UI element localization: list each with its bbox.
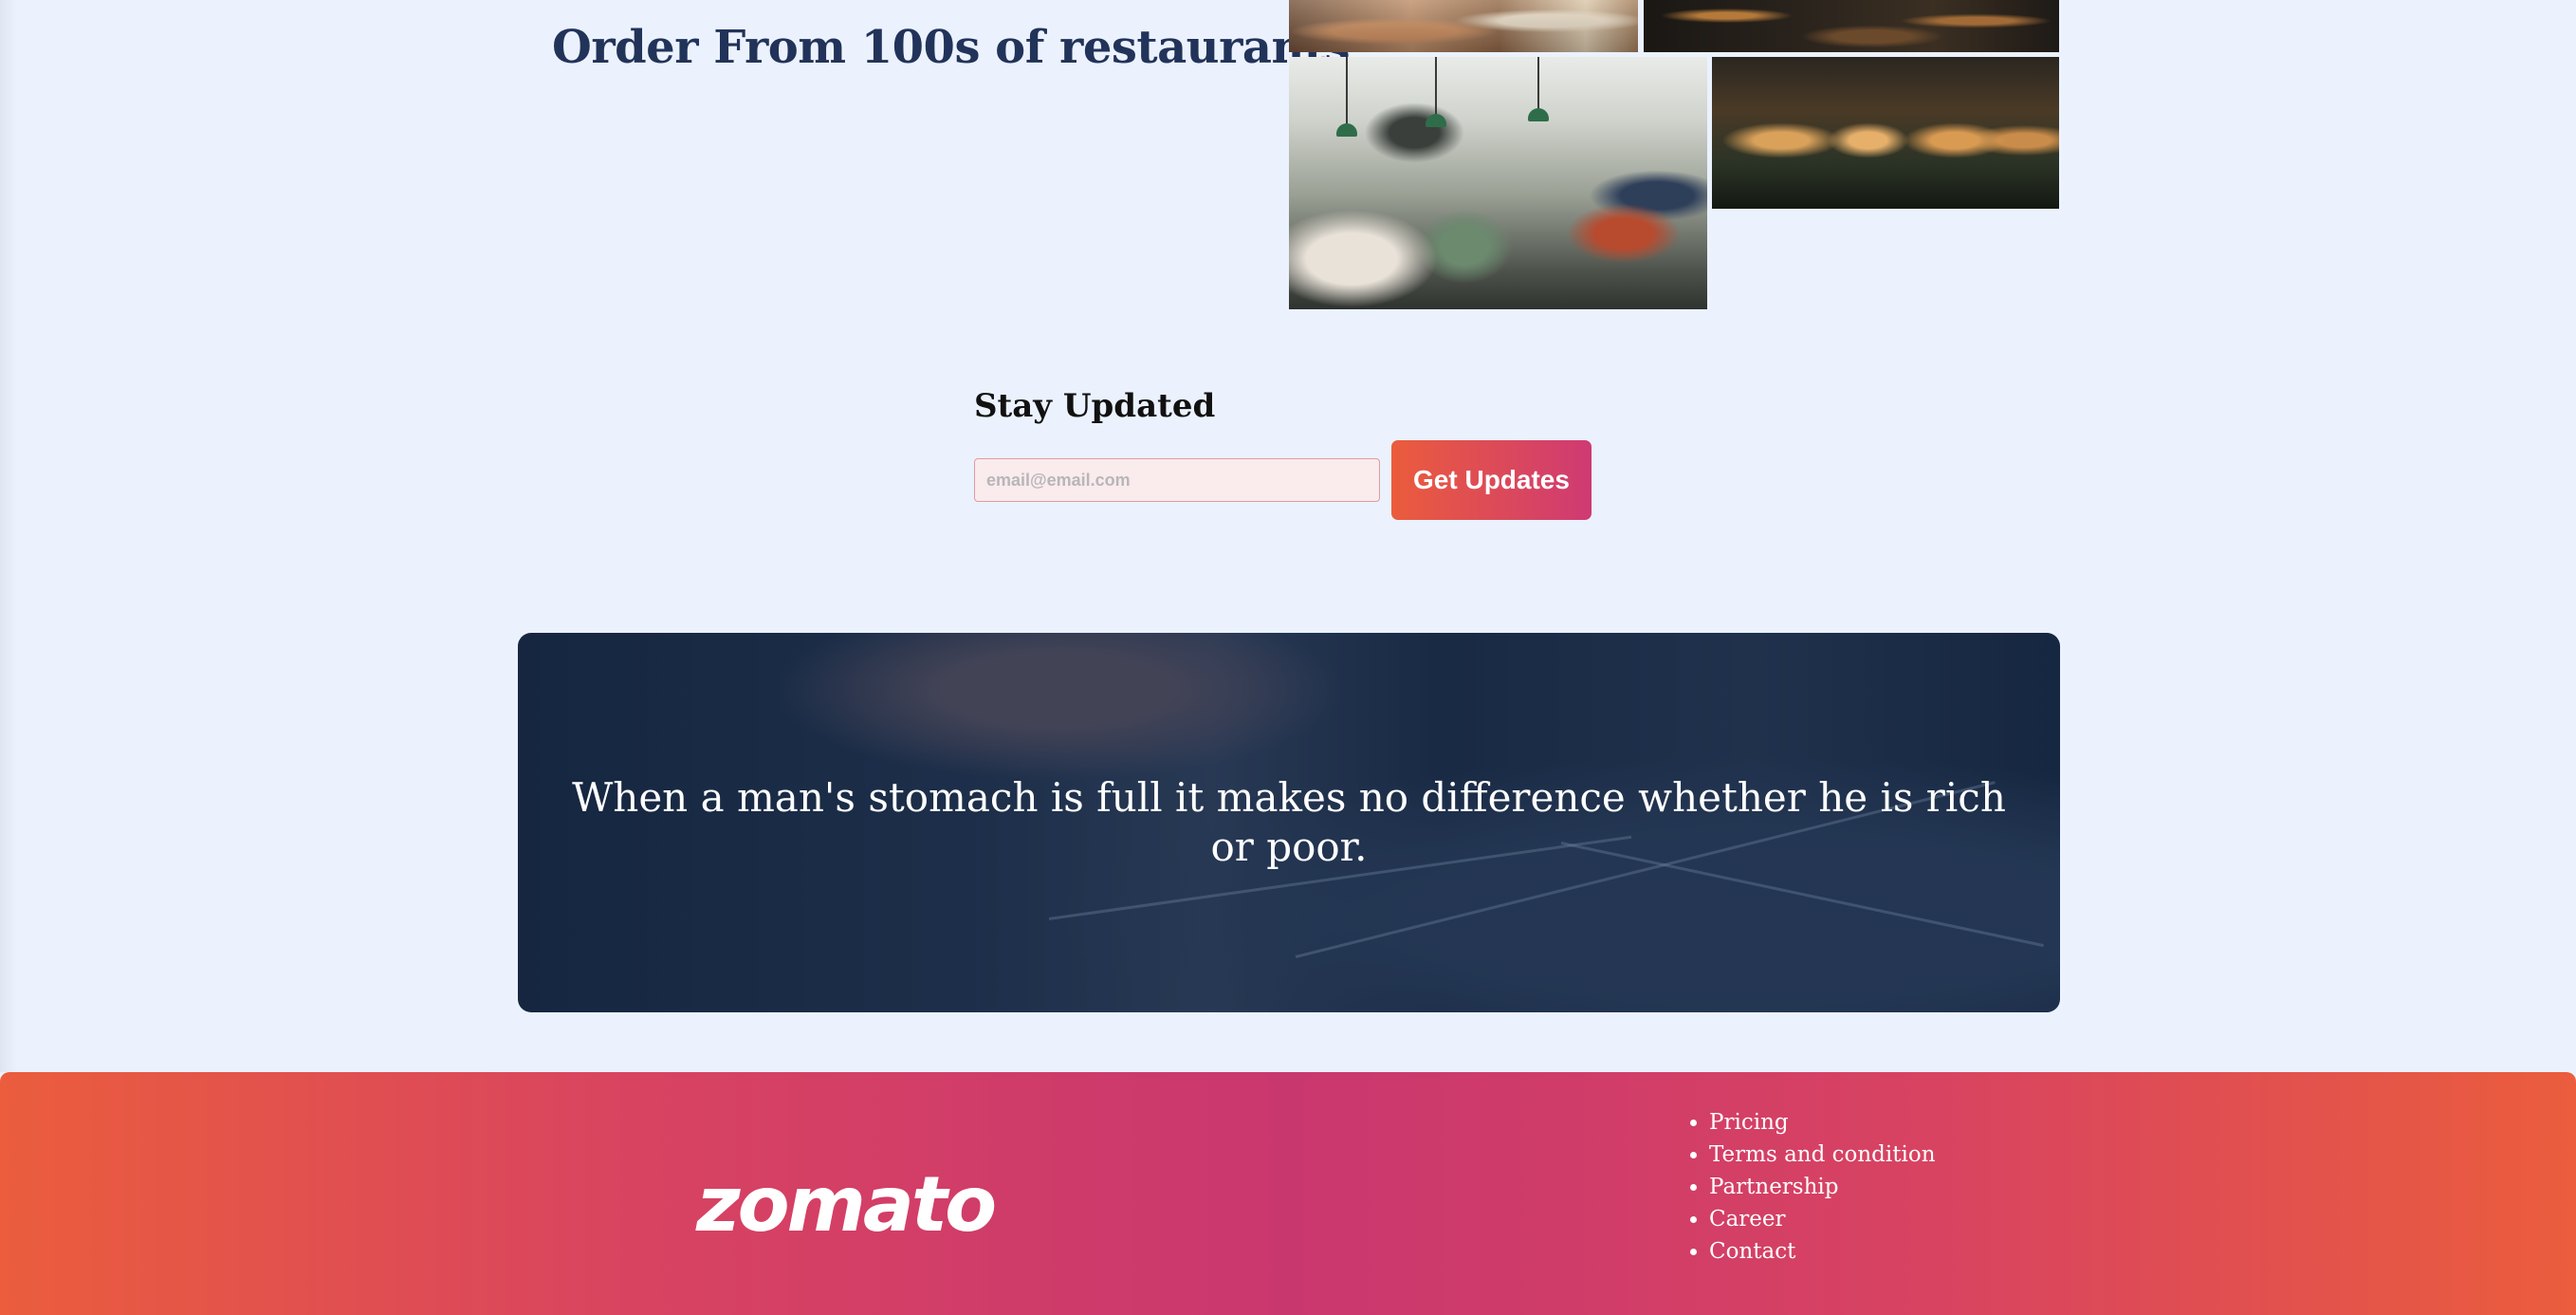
restaurant-photo-dark-bar [1644,0,2059,52]
pendant-lamp [1528,108,1549,121]
footer: zomato Pricing Terms and condition Partn… [0,1072,2576,1315]
quote-banner: When a man's stomach is full it makes no… [518,633,2060,1012]
footer-link-item: Pricing [1709,1106,1936,1139]
newsletter-heading: Stay Updated [974,387,1216,425]
lamp-wire [1346,57,1348,125]
restaurant-photo-busy-cafe [1289,57,1707,309]
footer-link-terms[interactable]: Terms and condition [1709,1142,1936,1167]
lamp-wire [1537,57,1539,110]
quote-text: When a man's stomach is full it makes no… [572,774,2006,870]
page-edge-shade [0,0,17,1072]
pendant-lamp [1426,114,1446,127]
pendant-lamp [1336,123,1357,137]
footer-link-item: Contact [1709,1235,1936,1268]
get-updates-button[interactable]: Get Updates [1391,440,1592,520]
restaurants-heading: Order From 100s of restaurants [552,21,1351,74]
footer-link-contact[interactable]: Contact [1709,1239,1795,1264]
footer-link-career[interactable]: Career [1709,1207,1786,1232]
zomato-logo[interactable]: zomato [696,1167,997,1243]
footer-link-pricing[interactable]: Pricing [1709,1110,1789,1135]
footer-link-item: Partnership [1709,1171,1936,1203]
email-field[interactable] [974,458,1380,502]
footer-link-item: Career [1709,1203,1936,1235]
footer-link-item: Terms and condition [1709,1139,1936,1171]
footer-links: Pricing Terms and condition Partnership … [1683,1106,1936,1268]
restaurant-photo-dining-room [1289,0,1638,52]
footer-link-partnership[interactable]: Partnership [1709,1175,1839,1199]
lamp-wire [1435,57,1437,116]
restaurant-photo-night-terrace [1712,57,2059,209]
